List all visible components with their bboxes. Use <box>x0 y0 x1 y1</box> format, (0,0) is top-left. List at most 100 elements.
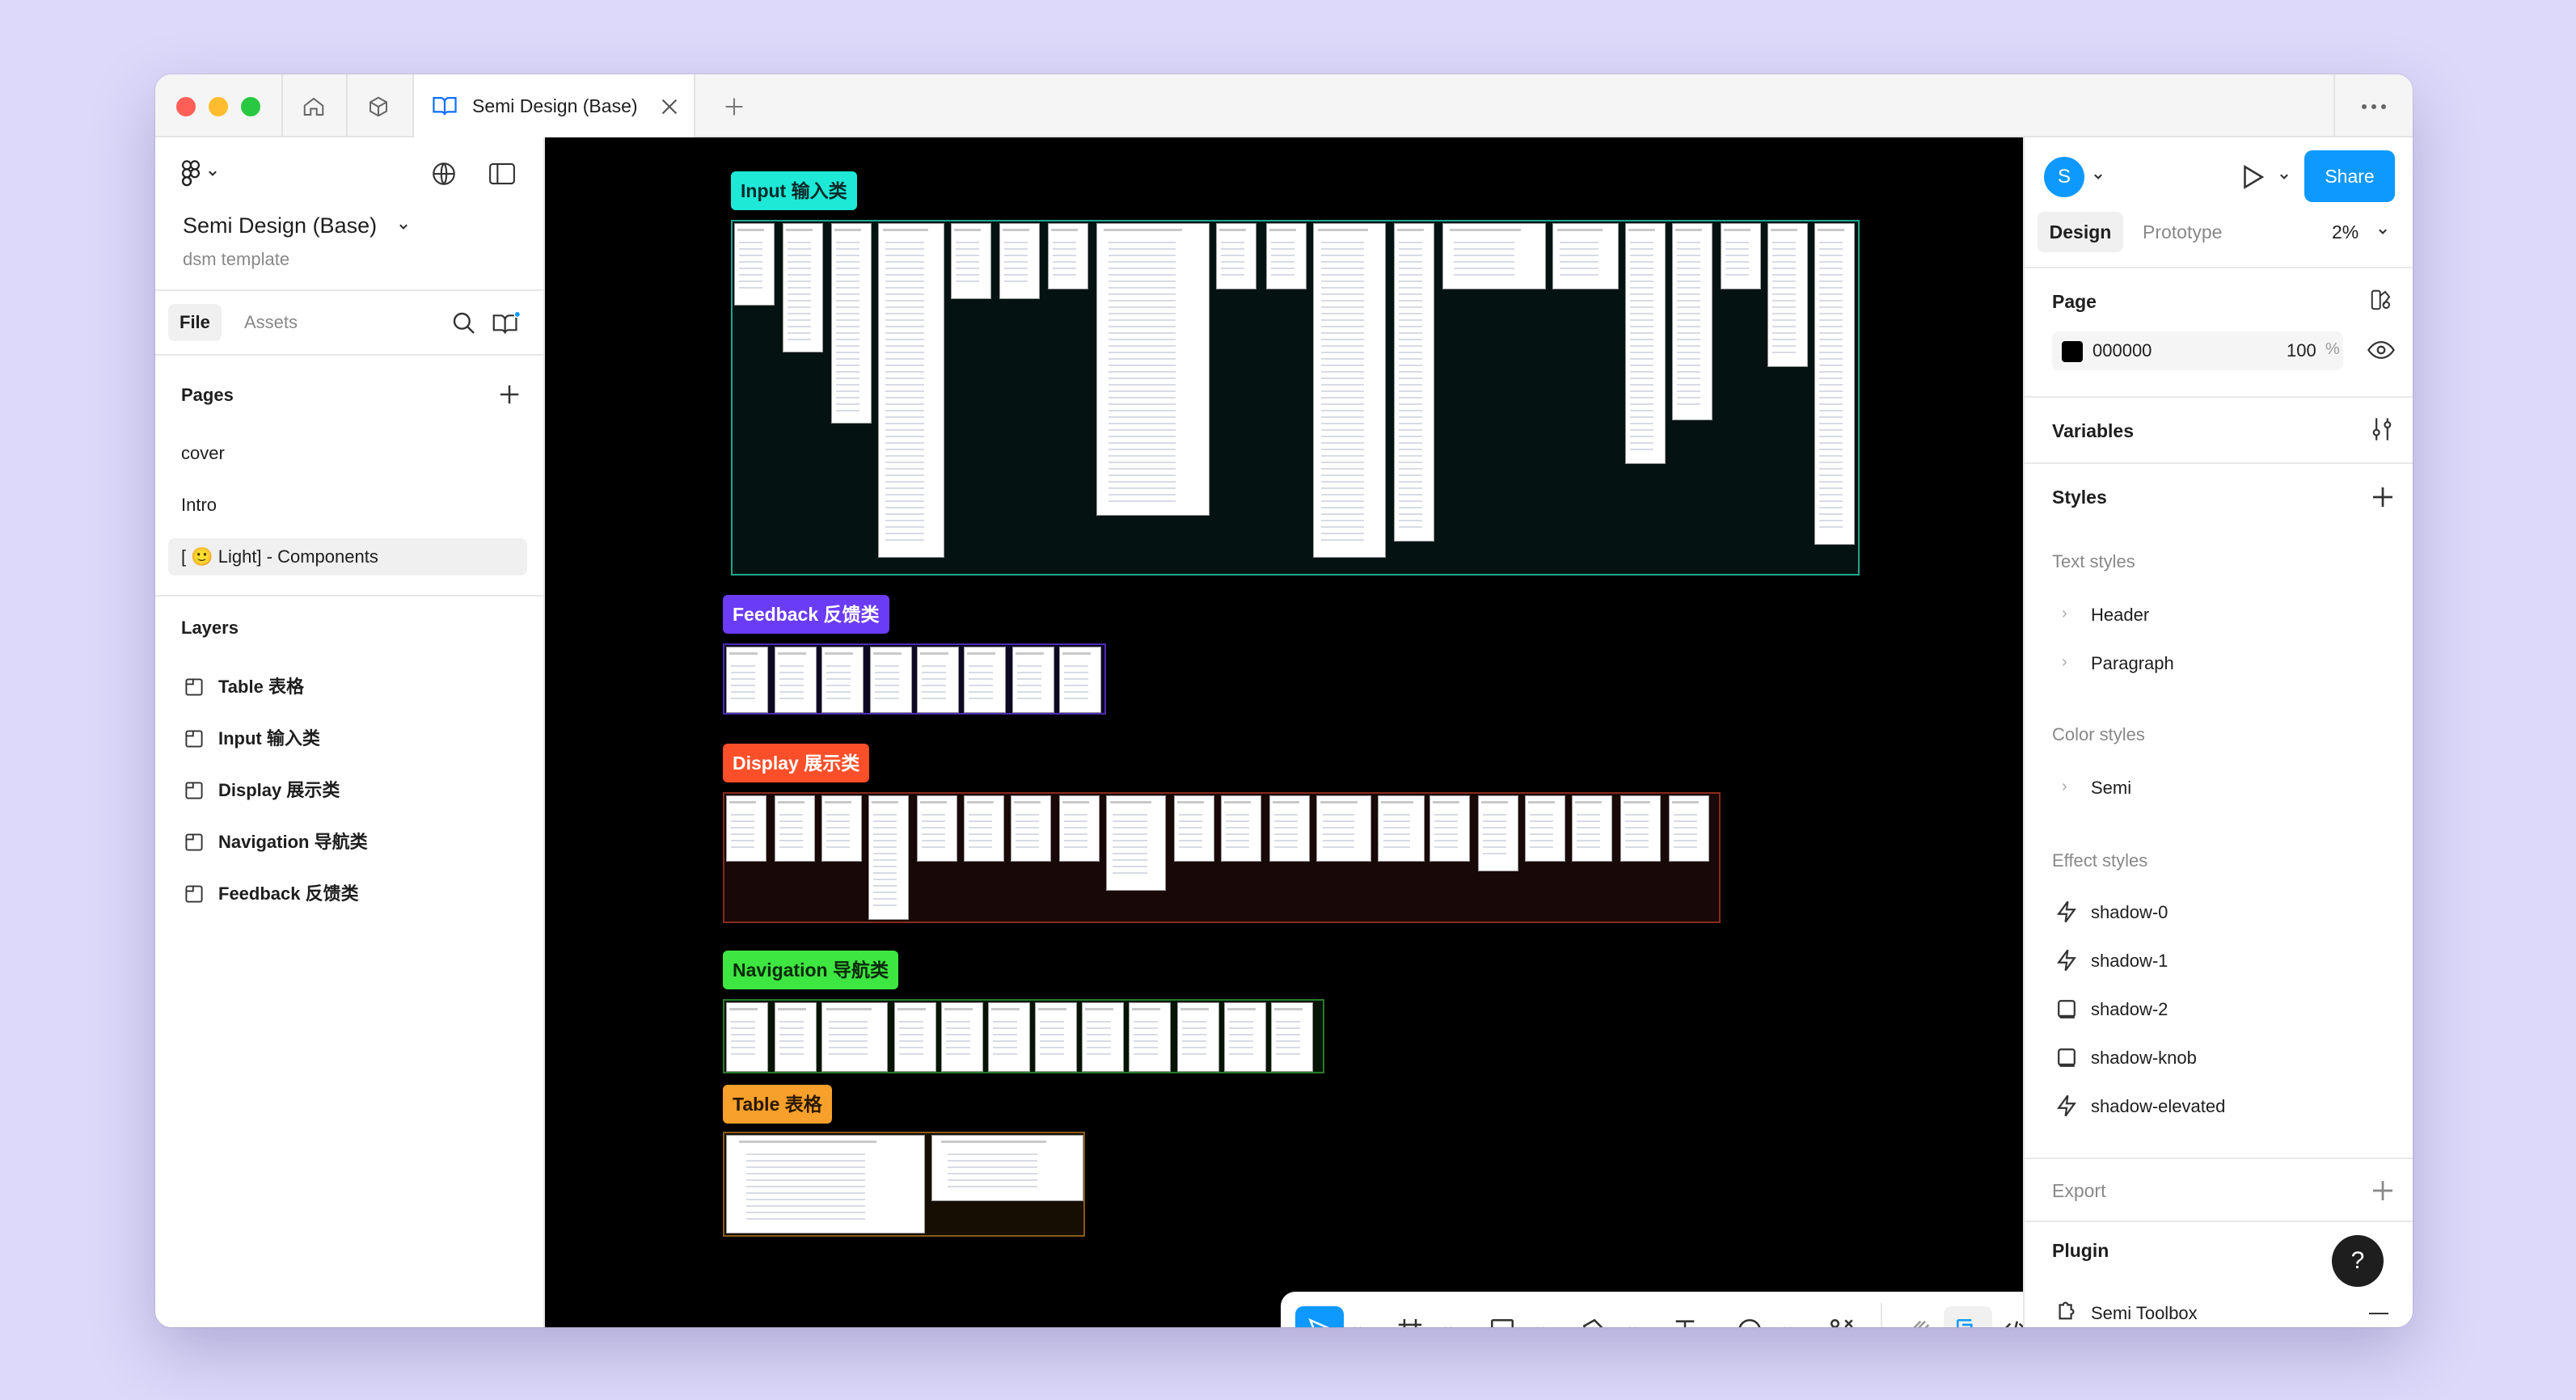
layer-item-navigation[interactable]: Navigation 导航类 <box>184 826 368 858</box>
component-frame[interactable] <box>917 647 959 713</box>
minimize-window-button[interactable] <box>209 97 228 116</box>
draw-mode-button[interactable] <box>1895 1306 1944 1327</box>
chevron-right-icon[interactable]: › <box>2062 605 2067 623</box>
section-label-feedback[interactable]: Feedback 反馈类 <box>723 595 889 634</box>
component-frame[interactable] <box>988 1002 1030 1072</box>
component-frame[interactable] <box>941 1002 983 1072</box>
component-frame[interactable] <box>1572 795 1612 862</box>
chevron-down-icon[interactable] <box>2377 226 2388 238</box>
component-frame[interactable] <box>726 1002 768 1072</box>
component-frame[interactable] <box>1011 795 1051 862</box>
section-label-input[interactable]: Input 输入类 <box>731 171 857 210</box>
avatar[interactable]: S <box>2044 157 2084 197</box>
component-frame[interactable] <box>775 647 817 713</box>
section-feedback[interactable] <box>723 643 1106 715</box>
new-tab-icon[interactable] <box>718 91 750 123</box>
component-frame[interactable] <box>734 223 775 306</box>
layer-item-input[interactable]: Input 输入类 <box>184 723 320 755</box>
page-item-intro[interactable]: Intro <box>168 487 527 524</box>
effect-style-shadow-knob[interactable]: shadow-knob <box>2091 1048 2197 1069</box>
add-style-icon[interactable] <box>2371 485 2395 509</box>
design-mode-button[interactable] <box>1944 1306 1992 1327</box>
community-icon[interactable] <box>362 91 395 123</box>
page-fill-field[interactable]: 000000 100 % <box>2052 331 2343 370</box>
component-frame[interactable] <box>821 1002 888 1072</box>
component-frame[interactable] <box>1224 1002 1266 1072</box>
page-item-cover[interactable]: cover <box>168 435 527 472</box>
component-frame[interactable] <box>1394 223 1434 542</box>
component-frame[interactable] <box>1313 223 1386 558</box>
component-frame[interactable] <box>951 223 991 299</box>
component-frame[interactable] <box>1129 1002 1171 1072</box>
component-frame[interactable] <box>1525 795 1565 862</box>
chevron-down-icon[interactable] <box>1535 1324 1546 1327</box>
text-style-header[interactable]: Header <box>2091 605 2149 626</box>
component-frame[interactable] <box>821 795 862 862</box>
project-title[interactable]: Semi Design (Base) <box>183 213 409 238</box>
page-fill-opacity[interactable]: 100 <box>2287 340 2316 361</box>
component-frame[interactable] <box>783 223 823 352</box>
tab-assets[interactable]: Assets <box>233 304 309 341</box>
component-frame[interactable] <box>1378 795 1425 862</box>
color-swatch[interactable] <box>2062 341 2083 362</box>
library-icon[interactable] <box>492 310 522 340</box>
tab-design[interactable]: Design <box>2038 212 2123 252</box>
component-frame[interactable] <box>1625 223 1666 464</box>
tab-file[interactable]: File <box>168 304 222 341</box>
dev-mode-button[interactable] <box>1991 1306 2023 1327</box>
add-export-icon[interactable] <box>2371 1179 2395 1203</box>
plugin-item-semi-toolbox[interactable]: Semi Toolbox <box>2091 1303 2198 1324</box>
component-frame[interactable] <box>1814 223 1855 545</box>
tab-prototype[interactable]: Prototype <box>2143 212 2222 252</box>
chevron-right-icon[interactable]: › <box>2062 653 2067 672</box>
variables-icon[interactable] <box>2371 417 2393 441</box>
pen-tool-button[interactable] <box>1570 1306 1619 1327</box>
minus-icon[interactable] <box>2369 1313 2388 1314</box>
component-frame[interactable] <box>1221 795 1261 862</box>
more-options-icon[interactable] <box>2358 91 2390 123</box>
design-canvas[interactable]: Input 输入类 Feedback 反馈类 Display 展示类 Navig… <box>545 137 2023 1327</box>
component-frame[interactable] <box>775 795 815 862</box>
component-frame[interactable] <box>1478 795 1518 871</box>
component-frame[interactable] <box>1059 795 1100 862</box>
component-frame[interactable] <box>868 795 909 920</box>
section-input[interactable] <box>731 220 1860 576</box>
move-tool-button[interactable] <box>1295 1306 1344 1327</box>
layer-item-display[interactable]: Display 展示类 <box>184 774 340 807</box>
comment-tool-button[interactable] <box>1725 1306 1774 1327</box>
component-frame[interactable] <box>894 1002 936 1072</box>
component-frame[interactable] <box>1096 223 1210 516</box>
component-frame[interactable] <box>878 223 944 558</box>
share-button[interactable]: Share <box>2304 150 2395 202</box>
component-frame[interactable] <box>999 223 1040 299</box>
component-frame[interactable] <box>1767 223 1808 367</box>
main-menu-button[interactable] <box>181 160 218 188</box>
component-frame[interactable] <box>726 1135 925 1233</box>
component-frame[interactable] <box>1271 1002 1313 1072</box>
component-frame[interactable] <box>1620 795 1661 862</box>
component-frame[interactable] <box>1316 795 1371 862</box>
component-frame[interactable] <box>1106 795 1166 891</box>
component-frame[interactable] <box>1269 795 1310 862</box>
component-frame[interactable] <box>726 795 766 862</box>
component-frame[interactable] <box>1012 647 1054 713</box>
component-frame[interactable] <box>1216 223 1256 289</box>
component-frame[interactable] <box>1552 223 1619 289</box>
section-navigation[interactable] <box>723 999 1324 1073</box>
styles-library-icon[interactable] <box>2369 288 2393 312</box>
add-page-icon[interactable] <box>498 383 521 410</box>
component-frame[interactable] <box>1174 795 1214 862</box>
component-frame[interactable] <box>1082 1002 1124 1072</box>
component-frame[interactable] <box>821 647 864 713</box>
eye-icon[interactable] <box>2367 338 2395 362</box>
zoom-level[interactable]: 2% <box>2332 212 2359 252</box>
frame-tool-button[interactable] <box>1386 1306 1434 1327</box>
component-frame[interactable] <box>1048 223 1088 289</box>
component-frame[interactable] <box>1059 647 1101 713</box>
component-frame[interactable] <box>1669 795 1709 862</box>
tab-semi-design[interactable]: Semi Design (Base) <box>412 74 695 139</box>
effect-style-shadow-2[interactable]: shadow-2 <box>2091 999 2168 1020</box>
text-style-paragraph[interactable]: Paragraph <box>2091 653 2174 674</box>
component-frame[interactable] <box>870 647 912 713</box>
component-frame[interactable] <box>1035 1002 1077 1072</box>
